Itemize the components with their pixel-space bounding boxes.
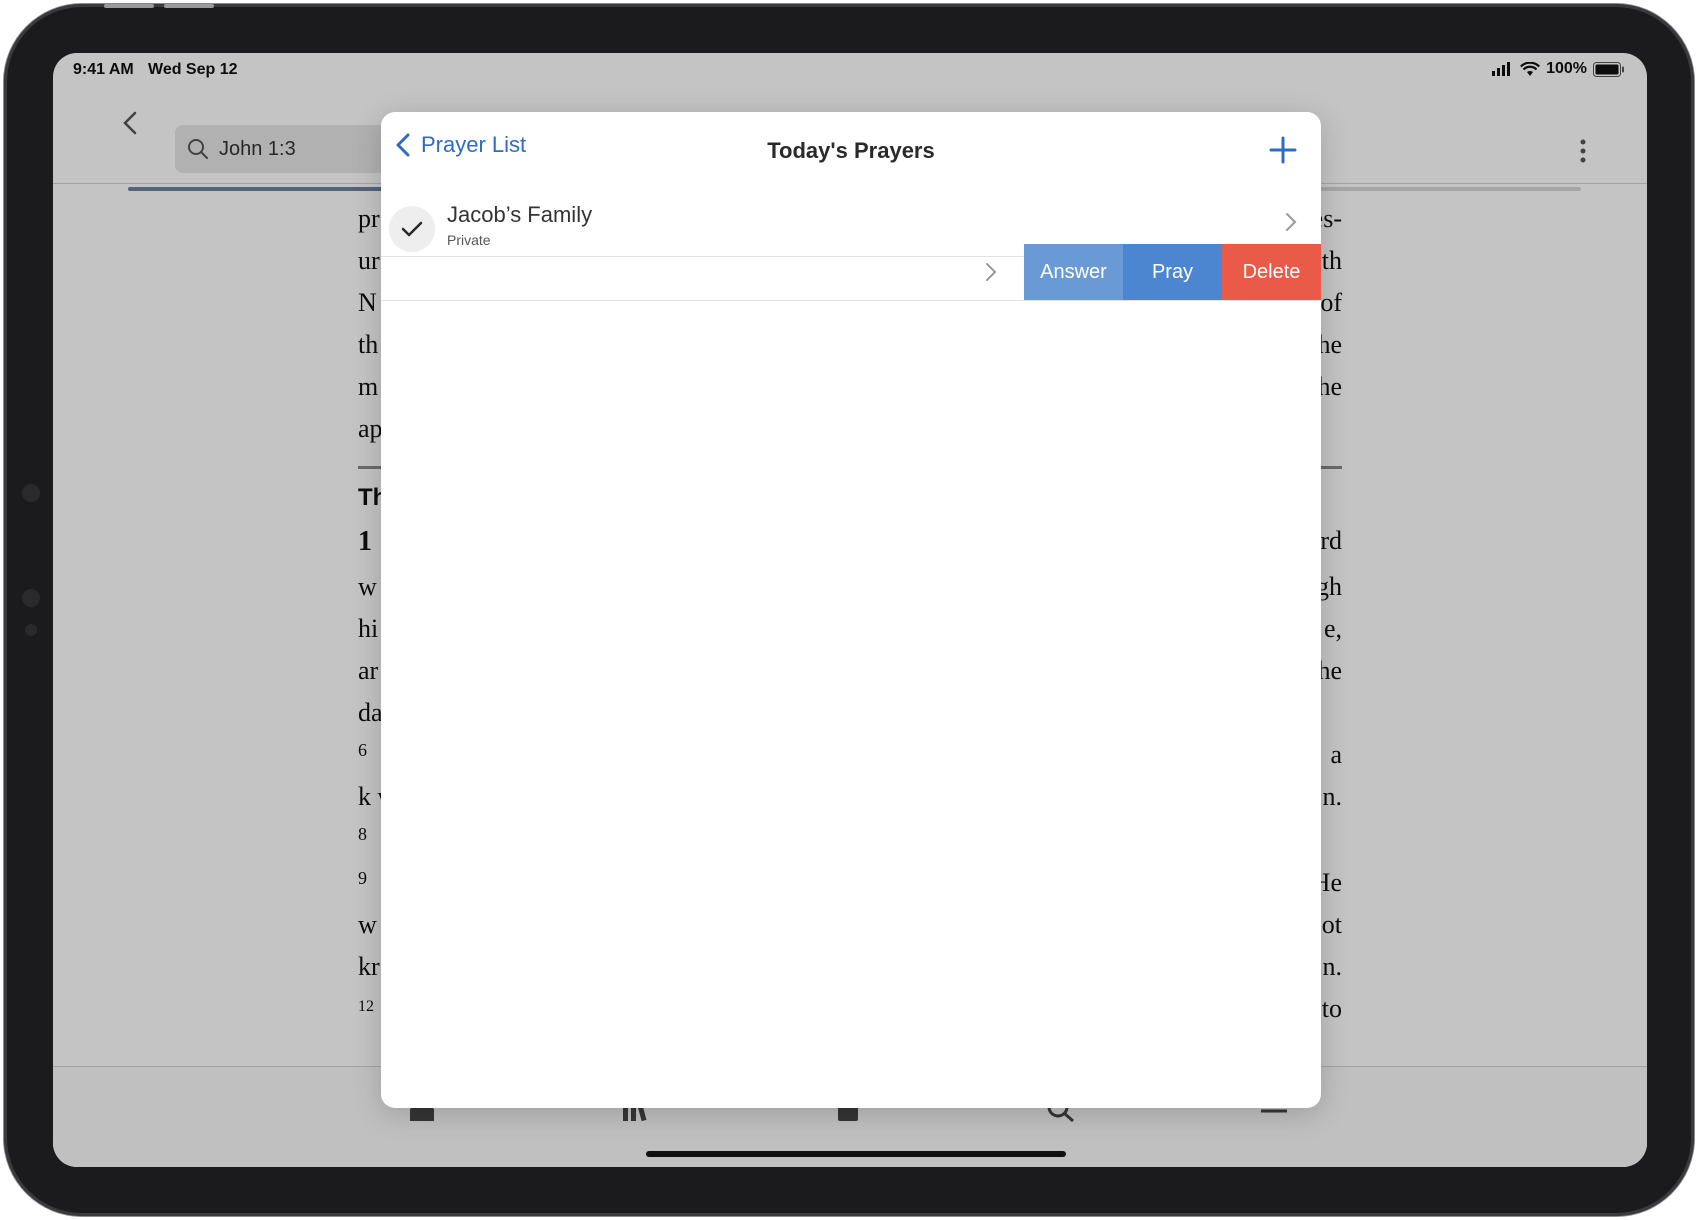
pray-button[interactable]: Pray [1123, 244, 1222, 300]
verse-number: 12 [358, 998, 374, 1015]
plus-icon[interactable] [1269, 136, 1297, 164]
reader-fragment: n. [1322, 952, 1343, 981]
verse-number: 9 [358, 868, 367, 888]
reader-fragment: he [1317, 330, 1342, 359]
reader-fragment: ot [1321, 910, 1342, 939]
reader-fragment: kr [358, 952, 380, 981]
reader-fragment: da [358, 698, 383, 727]
reader-fragment: ur [358, 246, 380, 275]
reader-fragment: of [1320, 288, 1342, 317]
prayer-modal: Prayer List Today's Prayers Jacob’s Fami… [381, 112, 1321, 1108]
reader-fragment: ar [358, 656, 379, 685]
camera-dot [25, 624, 37, 636]
reader-fragment: th [1321, 246, 1342, 275]
more-vertical-icon[interactable] [1579, 139, 1587, 163]
reader-fragment: a [1330, 740, 1342, 769]
prayer-row-swiped[interactable]: Answer Pray Delete [381, 244, 1321, 301]
reader-fragment: N [358, 288, 377, 317]
signal-icon [1492, 62, 1511, 76]
reader-fragment: he [1317, 656, 1342, 685]
modal-title: Today's Prayers [767, 138, 935, 163]
chapter-number: 1 [358, 526, 372, 557]
camera-dot [22, 484, 40, 502]
home-indicator [646, 1151, 1066, 1157]
verse-number: 8 [358, 824, 367, 844]
reader-fragment: pr [358, 204, 380, 233]
reader-fragment: n. [1322, 782, 1343, 811]
reader-fragment: e, [1323, 614, 1342, 643]
search-text: John 1:3 [219, 137, 296, 160]
verse-number: 6 [358, 740, 367, 760]
volume-button [164, 4, 214, 8]
status-right: 100% [1492, 60, 1625, 78]
delete-button[interactable]: Delete [1222, 244, 1321, 300]
status-time: 9:41 AM [73, 61, 134, 78]
reader-fragment: ap [358, 414, 383, 443]
modal-header: Prayer List Today's Prayers [381, 112, 1321, 188]
battery-percent: 100% [1546, 60, 1587, 77]
battery-icon [1593, 61, 1624, 77]
reader-fragment: th [358, 330, 379, 359]
checkmark-icon [401, 221, 423, 237]
volume-button [104, 4, 154, 8]
camera-dot [22, 589, 40, 607]
status-date: Wed Sep 12 [148, 61, 238, 78]
prayer-title: Jacob’s Family [447, 202, 593, 227]
answer-button[interactable]: Answer [1024, 244, 1123, 300]
reader-fragment: to [1321, 994, 1342, 1023]
wifi-icon [1520, 61, 1541, 76]
reader-fragment: hi [358, 614, 379, 643]
chevron-right-icon [986, 263, 997, 281]
chevron-right-icon [1286, 213, 1297, 231]
search-icon [188, 139, 208, 159]
reader-fragment: m [358, 372, 379, 401]
chevron-left-icon[interactable] [113, 105, 149, 141]
reader-fragment: w [358, 572, 377, 601]
status-bar: 9:41 AM Wed Sep 12 100% [53, 53, 1647, 87]
reader-fragment: rd [1320, 526, 1342, 555]
reader-fragment: w [358, 910, 377, 939]
reader-fragment: he [1317, 372, 1342, 401]
